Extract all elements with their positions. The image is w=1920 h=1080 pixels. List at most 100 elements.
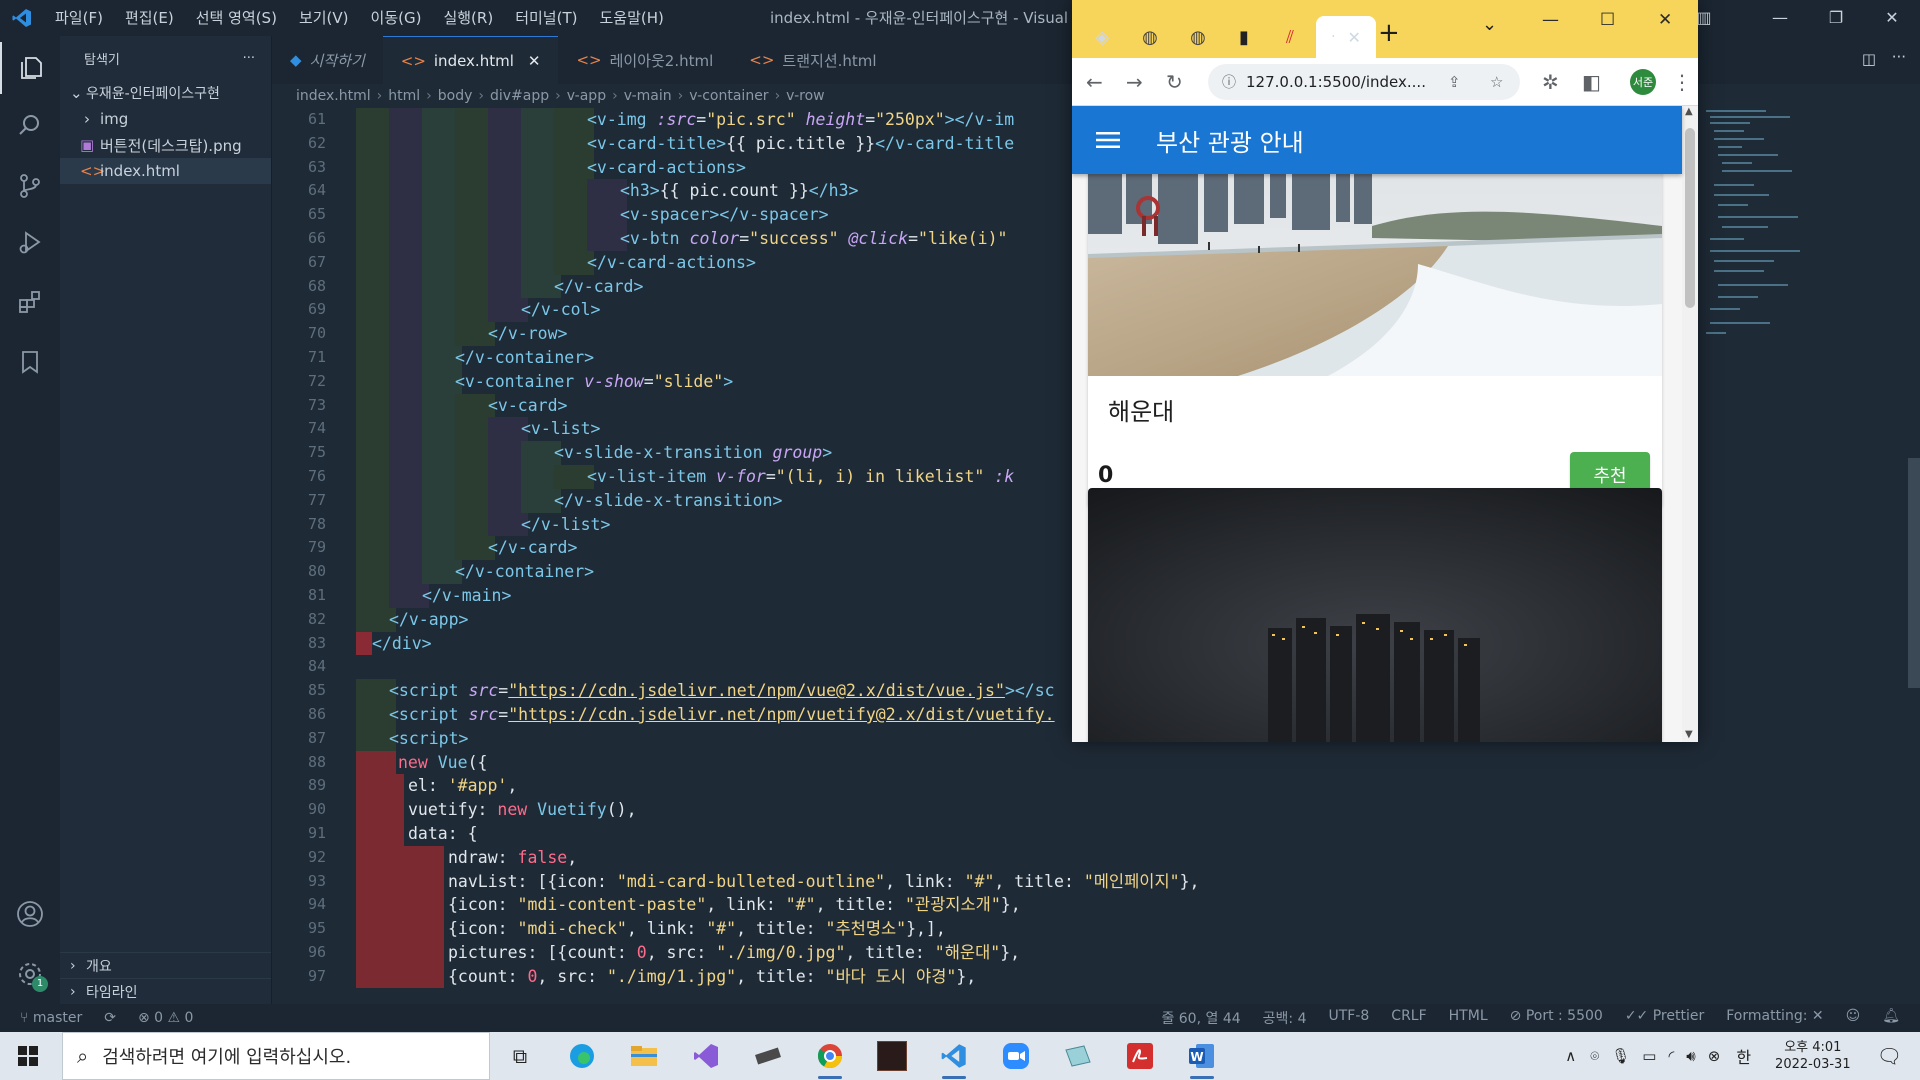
- indentation[interactable]: 공백: 4: [1263, 1008, 1307, 1028]
- address-bar[interactable]: ⓘ 127.0.0.1:5500/index.... ⇪ ☆: [1208, 64, 1520, 100]
- feedback-icon[interactable]: ☺: [1846, 1008, 1861, 1028]
- chevron-up-icon[interactable]: ∧: [1557, 1047, 1584, 1065]
- breadcrumb-item[interactable]: v-row: [786, 88, 824, 104]
- breadcrumb-item[interactable]: v-container: [689, 88, 768, 104]
- browser-tab[interactable]: ▮: [1222, 22, 1266, 52]
- zoom-icon[interactable]: [994, 1038, 1038, 1074]
- account-icon[interactable]: [0, 888, 60, 940]
- side-panel-icon[interactable]: ◧: [1582, 70, 1601, 94]
- hamburger-menu-icon[interactable]: [1072, 131, 1144, 149]
- breadcrumb-item[interactable]: html: [388, 88, 420, 104]
- chevron-down-icon[interactable]: ⌄: [1482, 14, 1497, 35]
- minimap[interactable]: [1700, 108, 1820, 338]
- menu-help[interactable]: 도움말(H): [588, 0, 674, 36]
- close-button[interactable]: ✕: [1864, 0, 1920, 36]
- workspace-folder[interactable]: ⌄ 우재윤-인터페이스구현: [60, 80, 271, 106]
- notification-center-icon[interactable]: 🗨︎: [1865, 1044, 1920, 1068]
- more-actions-icon[interactable]: ···: [243, 51, 255, 66]
- menu-run[interactable]: 실행(R): [432, 0, 504, 36]
- sync-icon[interactable]: ⟳: [104, 1010, 116, 1026]
- source-control-icon[interactable]: [0, 160, 60, 212]
- page-scrollbar[interactable]: ▲ ▼: [1682, 106, 1698, 742]
- extensions-icon[interactable]: ✲: [1542, 70, 1559, 94]
- camera-icon[interactable]: ⌾: [1584, 1047, 1605, 1065]
- windows-start-icon[interactable]: [18, 1046, 38, 1070]
- scroll-up-arrow-icon[interactable]: ▲: [1685, 106, 1693, 117]
- browser-tab[interactable]: ⫽: [1268, 22, 1312, 52]
- task-view-icon[interactable]: ⧉: [498, 1038, 542, 1074]
- back-button[interactable]: ←: [1086, 70, 1103, 94]
- breadcrumb-item[interactable]: div#app: [490, 88, 549, 104]
- git-branch[interactable]: ⑂ master: [20, 1010, 82, 1026]
- settings-gear-icon[interactable]: 1: [0, 948, 60, 1000]
- word-icon[interactable]: W: [1180, 1038, 1224, 1079]
- tab-transition[interactable]: <> 트랜지션.html: [731, 36, 894, 84]
- scrollbar-thumb[interactable]: [1685, 128, 1695, 308]
- problems-count[interactable]: ⊗ 0 ⚠ 0: [138, 1010, 193, 1026]
- volume-icon[interactable]: 🔊︎: [1680, 1047, 1701, 1065]
- close-icon[interactable]: ✕: [528, 52, 541, 70]
- menu-terminal[interactable]: 터미널(T): [504, 0, 588, 36]
- browser-tab[interactable]: ◈: [1080, 22, 1124, 52]
- cursor-position[interactable]: 줄 60, 열 44: [1161, 1008, 1240, 1028]
- breadcrumb-item[interactable]: body: [438, 88, 473, 104]
- prettier-status[interactable]: ✓✓ Prettier: [1625, 1008, 1704, 1028]
- timeline-section[interactable]: › 타임라인: [60, 978, 271, 1004]
- menu-selection[interactable]: 선택 영역(S): [185, 0, 288, 36]
- close-button[interactable]: ✕: [1658, 10, 1672, 30]
- browser-tab-active[interactable]: · ✕: [1316, 16, 1376, 58]
- extensions-icon[interactable]: [0, 276, 60, 328]
- tab-welcome[interactable]: ◆ 시작하기: [272, 36, 383, 84]
- info-icon[interactable]: ⓘ: [1222, 72, 1236, 92]
- language-mode[interactable]: HTML: [1449, 1008, 1488, 1028]
- close-icon[interactable]: ✕: [1348, 28, 1361, 47]
- encoding[interactable]: UTF-8: [1328, 1008, 1369, 1028]
- profile-avatar[interactable]: 서준: [1630, 69, 1656, 95]
- explorer-icon[interactable]: [0, 42, 60, 94]
- scrollbar-thumb[interactable]: [1908, 458, 1920, 688]
- more-actions-icon[interactable]: ···: [1892, 48, 1906, 66]
- scroll-down-arrow-icon[interactable]: ▼: [1685, 729, 1693, 740]
- ime-indicator[interactable]: 한: [1726, 1044, 1761, 1068]
- breadcrumb-item[interactable]: v-main: [624, 88, 672, 104]
- tree-item-index-html[interactable]: <> index.html: [60, 158, 271, 184]
- edge-icon[interactable]: [560, 1038, 604, 1074]
- outline-section[interactable]: › 개요: [60, 952, 271, 978]
- search-icon[interactable]: [0, 100, 60, 152]
- minimize-button[interactable]: —: [1542, 10, 1559, 30]
- menu-edit[interactable]: 편집(E): [114, 0, 185, 36]
- file-explorer-icon[interactable]: [622, 1038, 666, 1074]
- minimize-button[interactable]: —: [1752, 0, 1808, 36]
- live-server-port[interactable]: ⊘ Port : 5500: [1510, 1008, 1603, 1028]
- new-tab-button[interactable]: +: [1378, 18, 1400, 48]
- notes-app-icon[interactable]: [1056, 1038, 1100, 1074]
- breadcrumb-item[interactable]: v-app: [567, 88, 606, 104]
- run-debug-icon[interactable]: [0, 216, 60, 268]
- acrobat-icon[interactable]: [1118, 1038, 1162, 1074]
- browser-tab[interactable]: ◍: [1128, 22, 1172, 52]
- microphone-icon[interactable]: 🎙︎: [1605, 1047, 1636, 1065]
- formatting-status[interactable]: Formatting: ✕: [1726, 1008, 1823, 1028]
- chrome-icon[interactable]: [808, 1038, 852, 1079]
- usb-device-icon[interactable]: [746, 1038, 790, 1074]
- taskbar-search-box[interactable]: ⌕ 검색하려면 여기에 입력하십시오.: [62, 1032, 490, 1080]
- visual-studio-icon[interactable]: [684, 1038, 728, 1074]
- obs-app-icon[interactable]: [870, 1038, 914, 1074]
- menu-view[interactable]: 보기(V): [288, 0, 360, 36]
- bookmark-icon[interactable]: [0, 336, 60, 388]
- tree-item-img-folder[interactable]: › img: [60, 106, 271, 132]
- battery-icon[interactable]: ▭: [1636, 1047, 1662, 1065]
- menu-go[interactable]: 이동(G): [360, 0, 433, 36]
- tab-layout2[interactable]: <> 레이아웃2.html: [558, 36, 731, 84]
- editor-scrollbar[interactable]: [1906, 108, 1920, 1004]
- close-icon[interactable]: ⊗: [1702, 1047, 1727, 1065]
- tree-item-png[interactable]: ▣ 버튼전(데스크탑).png: [60, 132, 271, 158]
- notification-bell-icon[interactable]: 🔔︎: [1882, 1008, 1900, 1028]
- share-icon[interactable]: ⇪: [1448, 73, 1461, 91]
- browser-tab[interactable]: ◍: [1176, 22, 1220, 52]
- menu-file[interactable]: 파일(F): [44, 0, 114, 36]
- menu-kebab-icon[interactable]: ⋮: [1672, 70, 1692, 94]
- tab-index-html[interactable]: <> index.html ✕: [382, 36, 559, 84]
- line-ending[interactable]: CRLF: [1391, 1008, 1426, 1028]
- restore-button[interactable]: ❐: [1808, 0, 1864, 36]
